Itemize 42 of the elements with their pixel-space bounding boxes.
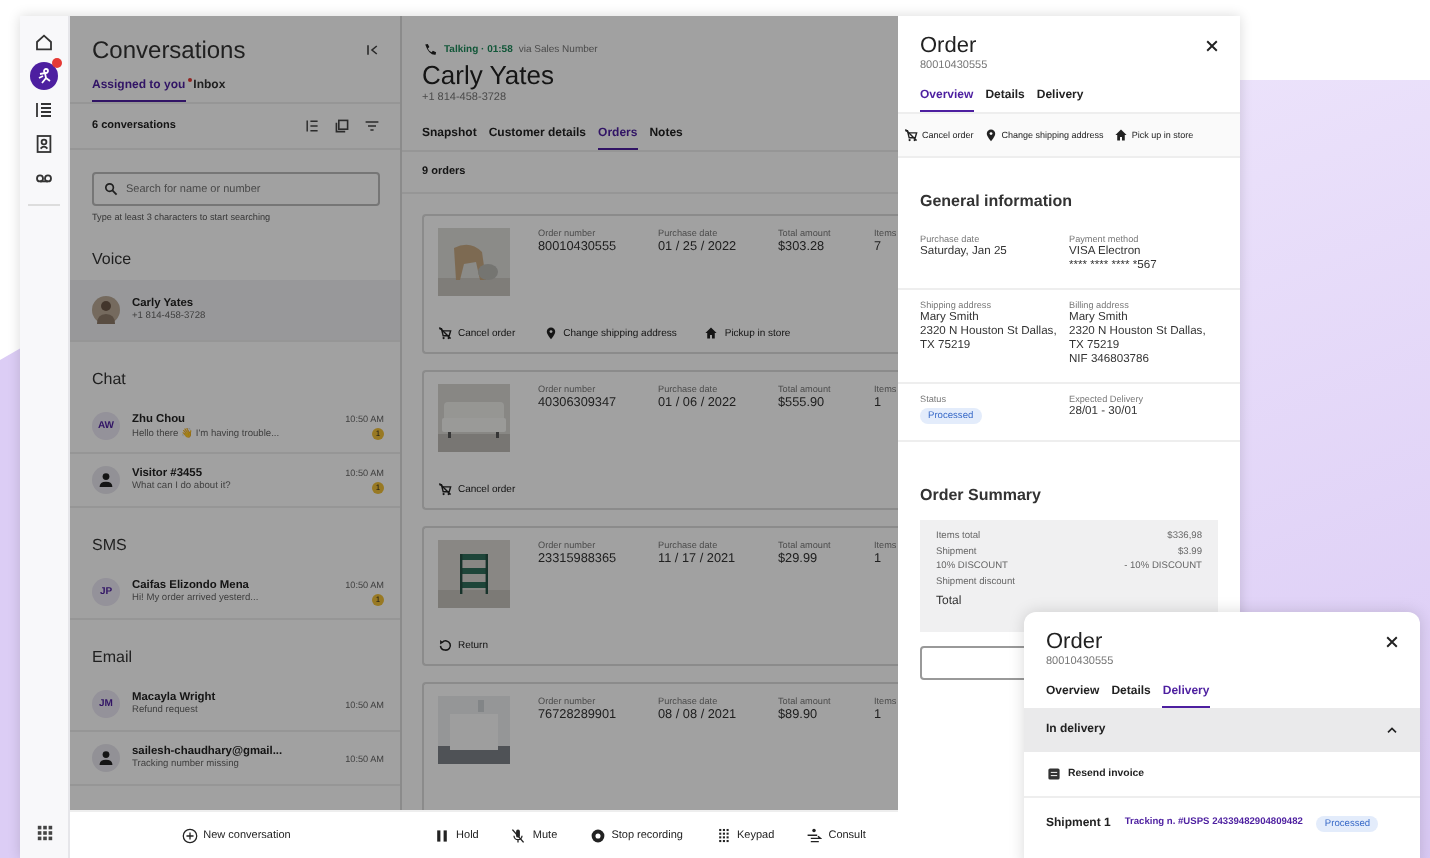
person-avatar-icon xyxy=(92,466,120,494)
house-icon xyxy=(1113,128,1128,142)
running-person-icon xyxy=(34,66,54,86)
list-icon xyxy=(34,100,54,120)
pause-icon xyxy=(434,827,451,843)
panel-title: Order xyxy=(920,34,977,58)
keypad-icon xyxy=(715,827,732,843)
record-icon xyxy=(589,827,606,843)
close-icon[interactable] xyxy=(1384,634,1400,650)
location-pin-icon xyxy=(543,326,558,340)
section-title: Order Summary xyxy=(918,484,1043,508)
section-title: General information xyxy=(918,190,1075,214)
section-heading: Voice xyxy=(90,248,134,272)
sort-icon[interactable] xyxy=(304,118,320,134)
section-heading: SMS xyxy=(90,534,129,558)
document-icon xyxy=(1046,766,1062,782)
section-heading: Chat xyxy=(90,368,128,392)
search-icon xyxy=(104,182,118,196)
card-title: Order xyxy=(1046,630,1103,654)
contact-card-icon xyxy=(34,134,54,154)
phone-icon xyxy=(422,42,438,58)
location-pin-icon xyxy=(983,128,998,142)
cancel-cart-icon xyxy=(438,326,452,340)
section-heading: Email xyxy=(90,646,135,670)
collapse-icon[interactable] xyxy=(364,42,380,58)
chevron-icon xyxy=(1384,722,1400,738)
cancel-cart-icon xyxy=(438,482,452,496)
house-icon xyxy=(704,326,719,340)
add-icon xyxy=(181,827,198,843)
transfer-icon xyxy=(806,827,823,843)
mute-icon xyxy=(510,827,527,843)
nav-item[interactable] xyxy=(30,62,58,90)
return-icon xyxy=(438,638,452,652)
home-icon xyxy=(34,32,54,52)
apps-grid-icon[interactable] xyxy=(35,824,53,842)
customer-name: Carly Yates xyxy=(420,58,556,90)
filter-icon[interactable] xyxy=(364,118,380,134)
panel-title: Conversations xyxy=(92,36,246,64)
copy-icon[interactable] xyxy=(334,118,350,134)
cancel-cart-icon xyxy=(904,128,918,142)
person-avatar-icon xyxy=(92,744,120,772)
close-icon[interactable] xyxy=(1204,38,1220,54)
